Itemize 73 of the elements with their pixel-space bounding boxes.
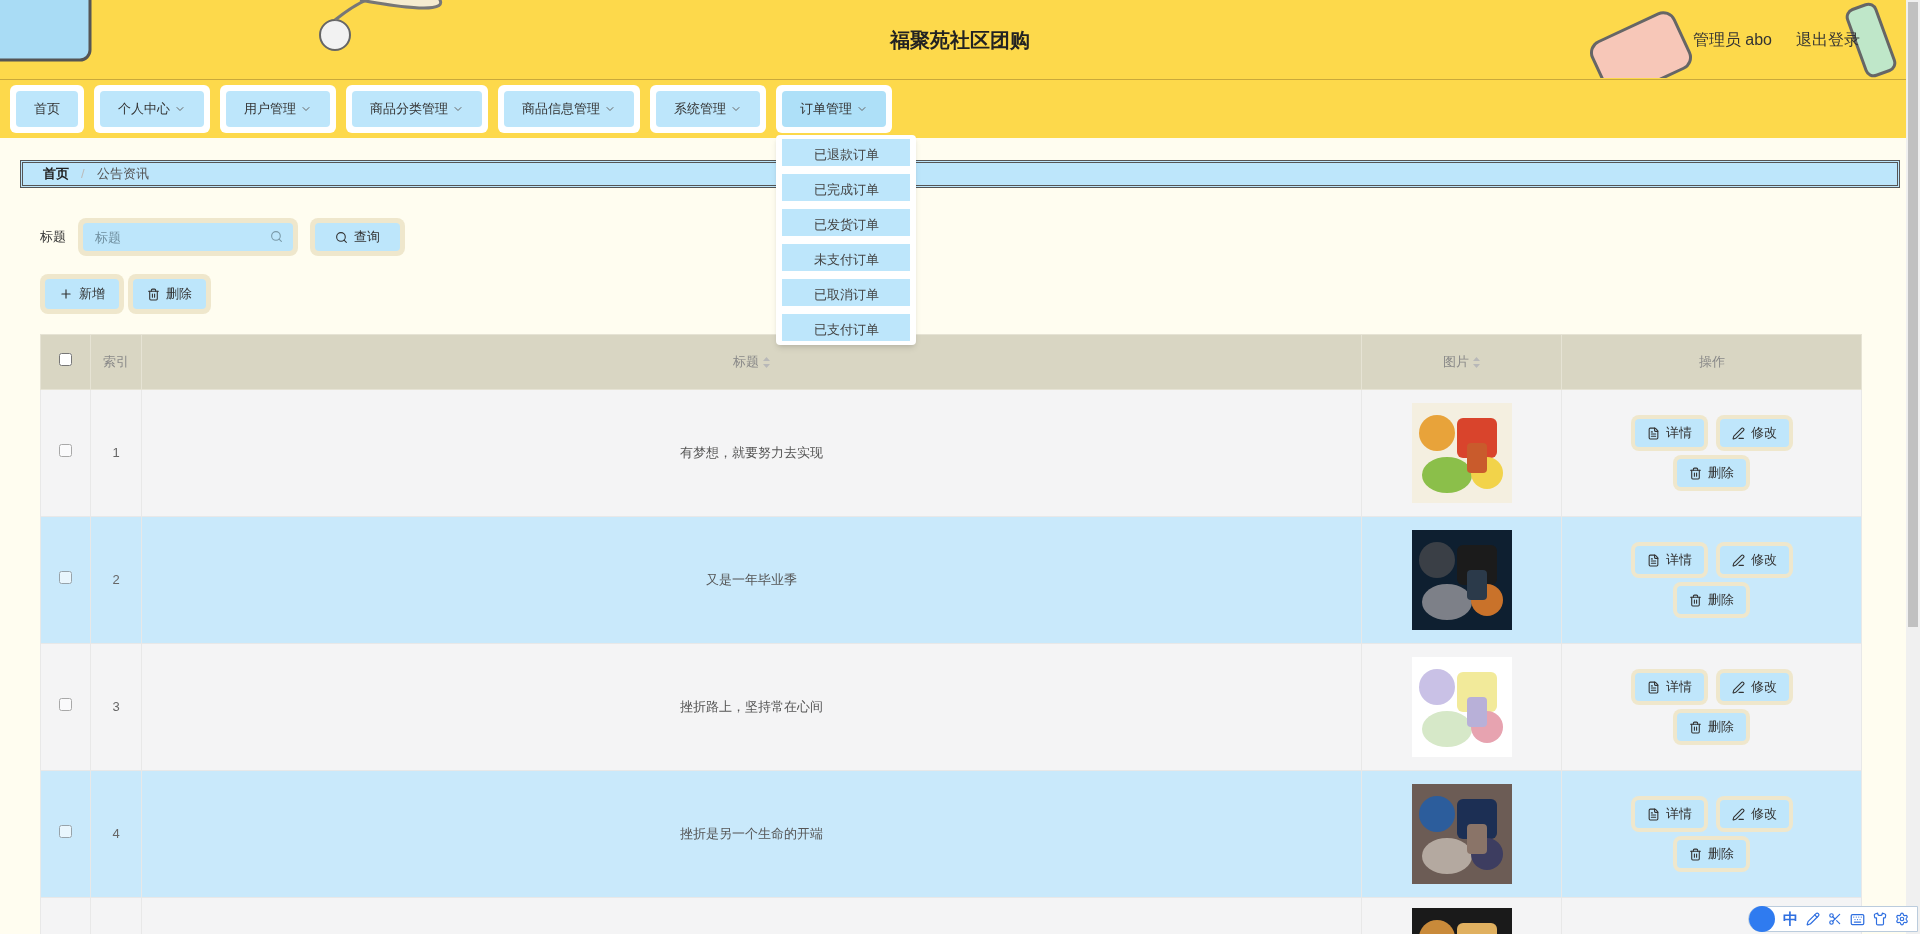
scissors-icon[interactable] xyxy=(1828,912,1842,926)
table-cell: 3 xyxy=(112,699,120,715)
row-checkbox[interactable] xyxy=(59,444,72,458)
shirt-icon[interactable] xyxy=(1873,912,1887,926)
nav-menu-item[interactable]: 系统管理 xyxy=(656,91,760,127)
document-icon xyxy=(1646,426,1660,440)
detail-button[interactable]: 详情 xyxy=(1634,419,1704,447)
delete-button[interactable]: 删除 xyxy=(1677,459,1746,487)
query-button[interactable]: 查询 xyxy=(315,223,400,251)
keyboard-icon[interactable] xyxy=(1850,911,1865,927)
nav-menu-item[interactable]: 商品信息管理 xyxy=(504,91,634,127)
detail-button[interactable]: 详情 xyxy=(1634,800,1704,828)
pen-icon xyxy=(1731,807,1745,821)
edit-button[interactable]: 修改 xyxy=(1719,419,1789,447)
user-name: 管理员 abo xyxy=(1692,29,1772,50)
select-all-checkbox[interactable] xyxy=(59,353,72,367)
breadcrumb-link[interactable]: 公告资讯 xyxy=(96,164,149,184)
breadcrumb-separator: / xyxy=(81,165,85,184)
dropdown-item[interactable]: 已支付订单 xyxy=(782,314,910,341)
delete-button[interactable]: 删除 xyxy=(1677,586,1746,614)
add-button[interactable]: 新增 xyxy=(45,279,119,309)
trash-icon xyxy=(1689,847,1702,861)
edit-button[interactable]: 修改 xyxy=(1719,800,1789,828)
trash-icon xyxy=(147,287,160,301)
detail-button[interactable]: 详情 xyxy=(1634,546,1704,574)
document-icon xyxy=(1646,553,1660,567)
nav-menu-item[interactable]: 订单管理 xyxy=(782,91,886,127)
breadcrumb-link[interactable]: 首页 xyxy=(43,164,69,184)
nav-menu-item[interactable]: 首页 xyxy=(16,91,78,127)
dropdown-item[interactable]: 已完成订单 xyxy=(782,174,910,201)
table-cell: 有梦想，就要努力去实现 xyxy=(680,445,823,461)
table-cell: 1 xyxy=(112,445,120,461)
document-icon xyxy=(1646,807,1660,821)
column-header: 操作 xyxy=(1698,354,1725,370)
dropdown-item[interactable]: 已发货订单 xyxy=(782,209,910,236)
delete-button[interactable]: 删除 xyxy=(1677,713,1746,741)
nav-menu-item[interactable]: 个人中心 xyxy=(100,91,204,127)
table-cell: 4 xyxy=(112,826,120,842)
row-checkbox[interactable] xyxy=(59,698,72,712)
nav-menu-item[interactable]: 用户管理 xyxy=(226,91,330,127)
trash-icon xyxy=(1689,593,1702,607)
pen-icon xyxy=(1731,680,1745,694)
dropdown-item[interactable]: 已取消订单 xyxy=(782,279,910,306)
column-header: 索引 xyxy=(103,354,129,370)
site-title: 福聚苑社区团购 xyxy=(890,27,1030,53)
delete-button[interactable]: 删除 xyxy=(1677,840,1746,868)
table-cell: 挫折路上，坚持常在心间 xyxy=(680,699,823,715)
row-checkbox[interactable] xyxy=(59,571,72,585)
nav-menu-item[interactable]: 商品分类管理 xyxy=(352,91,482,127)
search-label: 标题 xyxy=(40,228,66,247)
pen-icon[interactable] xyxy=(1806,912,1820,926)
edit-button[interactable]: 修改 xyxy=(1719,546,1789,574)
trash-icon xyxy=(1689,720,1702,734)
search-icon xyxy=(335,230,348,244)
pen-icon xyxy=(1731,553,1745,567)
search-field[interactable]: 标题 xyxy=(83,223,293,251)
ime-mode[interactable]: 中 xyxy=(1783,907,1798,931)
table-cell: 挫折是另一个生命的开端 xyxy=(680,826,823,842)
dropdown-item[interactable]: 已退款订单 xyxy=(782,139,910,166)
detail-button[interactable]: 详情 xyxy=(1634,673,1704,701)
pen-icon xyxy=(1731,426,1745,440)
dropdown-item[interactable]: 未支付订单 xyxy=(782,244,910,271)
ime-logo-icon[interactable] xyxy=(1749,906,1775,932)
table-cell: 又是一年毕业季 xyxy=(706,572,797,588)
delete-button[interactable]: 删除 xyxy=(133,279,206,309)
plus-icon xyxy=(59,287,73,301)
search-icon xyxy=(270,230,283,243)
settings-icon[interactable] xyxy=(1895,912,1909,926)
row-checkbox[interactable] xyxy=(59,825,72,839)
document-icon xyxy=(1646,680,1660,694)
table-cell: 2 xyxy=(112,572,120,588)
trash-icon xyxy=(1689,466,1702,480)
edit-button[interactable]: 修改 xyxy=(1719,673,1789,701)
